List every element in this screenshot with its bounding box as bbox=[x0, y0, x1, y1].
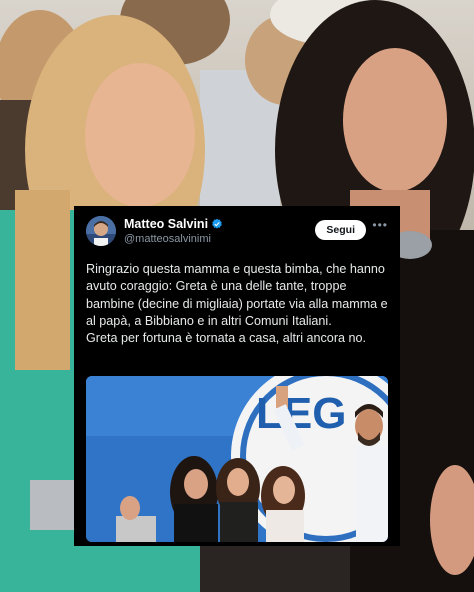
display-name[interactable]: Matteo Salvini bbox=[124, 217, 223, 231]
display-name-text: Matteo Salvini bbox=[124, 217, 209, 231]
tweet-photo[interactable]: LEG bbox=[86, 376, 388, 542]
tweet-text-paragraph-1: Ringrazio questa mamma e questa bimba, c… bbox=[86, 262, 388, 328]
avatar-image bbox=[86, 216, 116, 246]
tweet-header: Matteo Salvini @matteosalvinimi Segui ••… bbox=[86, 216, 388, 250]
more-horizontal-icon[interactable]: ••• bbox=[372, 218, 388, 232]
avatar[interactable] bbox=[86, 216, 116, 246]
handle[interactable]: @matteosalvinimi bbox=[124, 233, 211, 245]
tweet-text-paragraph-2: Greta per fortuna è tornata a casa, altr… bbox=[86, 331, 367, 346]
verified-badge-icon bbox=[212, 218, 222, 229]
banner-text: LEG bbox=[256, 389, 346, 438]
tweet-text: Ringrazio questa mamma e questa bimba, c… bbox=[86, 261, 392, 347]
tweet-card[interactable]: Matteo Salvini @matteosalvinimi Segui ••… bbox=[74, 206, 400, 546]
follow-button[interactable]: Segui bbox=[315, 220, 366, 240]
tweet-photo-image: LEG bbox=[86, 376, 388, 542]
